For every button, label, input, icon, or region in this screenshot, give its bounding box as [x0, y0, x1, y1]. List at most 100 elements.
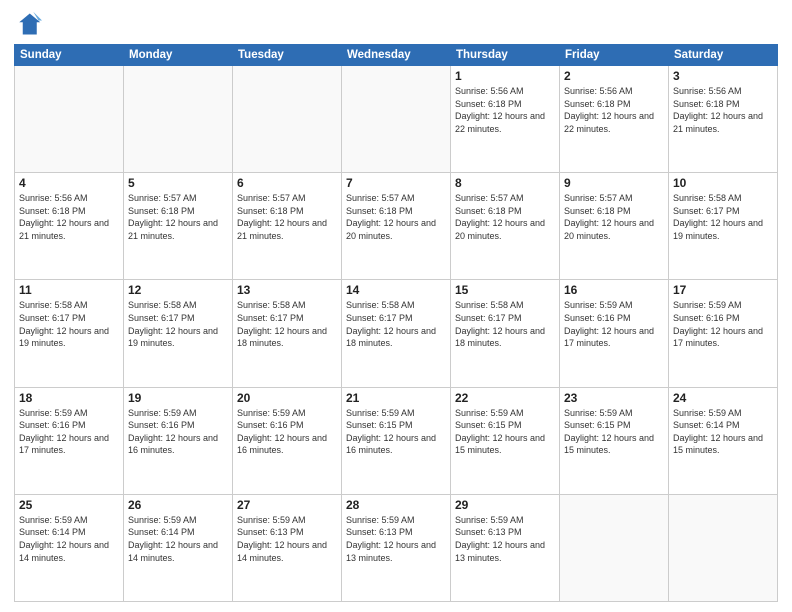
- day-info: Sunrise: 5:57 AM Sunset: 6:18 PM Dayligh…: [455, 192, 555, 242]
- calendar-cell: 26Sunrise: 5:59 AM Sunset: 6:14 PM Dayli…: [124, 494, 233, 601]
- week-row-5: 25 Sunrise: 5:59 AM Sunset: 6:14 PM Dayli…: [15, 494, 778, 601]
- day-info: Sunrise: 5:59 AM Sunset: 6:16 PM Dayligh…: [19, 407, 119, 457]
- day-info: Sunrise: 5:59 AM Sunset: 6:13 PM Dayligh…: [237, 514, 337, 564]
- calendar-cell: [15, 66, 124, 173]
- week-row-1: 1 Sunrise: 5:56 AM Sunset: 6:18 PM Daylig…: [15, 66, 778, 173]
- calendar-cell: 16 Sunrise: 5:59 AM Sunset: 6:16 PM Dayli…: [560, 280, 669, 387]
- day-number: 4: [19, 176, 119, 190]
- col-header-monday: Monday: [124, 45, 233, 66]
- calendar-cell: 2Sunrise: 5:56 AM Sunset: 6:18 PM Daylig…: [560, 66, 669, 173]
- day-info: Sunrise: 5:58 AM Sunset: 6:17 PM Dayligh…: [19, 299, 119, 349]
- col-header-saturday: Saturday: [669, 45, 778, 66]
- calendar-cell: 8 Sunrise: 5:57 AM Sunset: 6:18 PM Daylig…: [451, 173, 560, 280]
- day-number: 12: [128, 283, 228, 297]
- day-info: Sunrise: 5:59 AM Sunset: 6:16 PM Dayligh…: [673, 299, 773, 349]
- day-number: 24: [673, 391, 773, 405]
- calendar-cell: 4 Sunrise: 5:56 AM Sunset: 6:18 PM Daylig…: [15, 173, 124, 280]
- day-number: 25: [19, 498, 119, 512]
- day-info: Sunrise: 5:58 AM Sunset: 6:17 PM Dayligh…: [455, 299, 555, 349]
- calendar-cell: 5Sunrise: 5:57 AM Sunset: 6:18 PM Daylig…: [124, 173, 233, 280]
- calendar-cell: 13 Sunrise: 5:58 AM Sunset: 6:17 PM Dayli…: [233, 280, 342, 387]
- calendar-cell: [560, 494, 669, 601]
- day-info: Sunrise: 5:59 AM Sunset: 6:13 PM Dayligh…: [455, 514, 555, 564]
- day-number: 14: [346, 283, 446, 297]
- calendar-cell: 17 Sunrise: 5:59 AM Sunset: 6:16 PM Dayli…: [669, 280, 778, 387]
- day-number: 29: [455, 498, 555, 512]
- calendar-cell: 19 Sunrise: 5:59 AM Sunset: 6:16 PM Dayli…: [124, 387, 233, 494]
- calendar-table: SundayMondayTuesdayWednesdayThursdayFrid…: [14, 44, 778, 602]
- logo: [14, 10, 46, 38]
- calendar-cell: 23 Sunrise: 5:59 AM Sunset: 6:15 PM Dayli…: [560, 387, 669, 494]
- col-header-wednesday: Wednesday: [342, 45, 451, 66]
- calendar-cell: [669, 494, 778, 601]
- day-number: 28: [346, 498, 446, 512]
- day-info: Sunrise: 5:58 AM Sunset: 6:17 PM Dayligh…: [128, 299, 228, 349]
- day-info: Sunrise: 5:58 AM Sunset: 6:17 PM Dayligh…: [237, 299, 337, 349]
- day-number: 1: [455, 69, 555, 83]
- calendar-cell: 7 Sunrise: 5:57 AM Sunset: 6:18 PM Daylig…: [342, 173, 451, 280]
- day-number: 10: [673, 176, 773, 190]
- calendar-cell: [342, 66, 451, 173]
- col-header-friday: Friday: [560, 45, 669, 66]
- day-info: Sunrise: 5:56 AM Sunset: 6:18 PM Dayligh…: [673, 85, 773, 135]
- day-info: Sunrise: 5:57 AM Sunset: 6:18 PM Dayligh…: [346, 192, 446, 242]
- week-row-2: 4 Sunrise: 5:56 AM Sunset: 6:18 PM Daylig…: [15, 173, 778, 280]
- col-header-thursday: Thursday: [451, 45, 560, 66]
- calendar-cell: 1 Sunrise: 5:56 AM Sunset: 6:18 PM Daylig…: [451, 66, 560, 173]
- calendar-header-row: SundayMondayTuesdayWednesdayThursdayFrid…: [15, 45, 778, 66]
- calendar-cell: 27 Sunrise: 5:59 AM Sunset: 6:13 PM Dayli…: [233, 494, 342, 601]
- calendar-cell: 3Sunrise: 5:56 AM Sunset: 6:18 PM Daylig…: [669, 66, 778, 173]
- col-header-sunday: Sunday: [15, 45, 124, 66]
- calendar-cell: 9 Sunrise: 5:57 AM Sunset: 6:18 PM Daylig…: [560, 173, 669, 280]
- calendar-cell: 6 Sunrise: 5:57 AM Sunset: 6:18 PM Daylig…: [233, 173, 342, 280]
- day-number: 6: [237, 176, 337, 190]
- day-number: 13: [237, 283, 337, 297]
- day-number: 17: [673, 283, 773, 297]
- day-info: Sunrise: 5:59 AM Sunset: 6:16 PM Dayligh…: [237, 407, 337, 457]
- day-number: 23: [564, 391, 664, 405]
- calendar-cell: 28Sunrise: 5:59 AM Sunset: 6:13 PM Dayli…: [342, 494, 451, 601]
- day-number: 15: [455, 283, 555, 297]
- day-number: 21: [346, 391, 446, 405]
- day-number: 11: [19, 283, 119, 297]
- calendar-cell: 22 Sunrise: 5:59 AM Sunset: 6:15 PM Dayli…: [451, 387, 560, 494]
- day-info: Sunrise: 5:59 AM Sunset: 6:15 PM Dayligh…: [455, 407, 555, 457]
- day-number: 26: [128, 498, 228, 512]
- day-number: 7: [346, 176, 446, 190]
- calendar-cell: 11 Sunrise: 5:58 AM Sunset: 6:17 PM Dayli…: [15, 280, 124, 387]
- calendar-cell: 25 Sunrise: 5:59 AM Sunset: 6:14 PM Dayli…: [15, 494, 124, 601]
- calendar-cell: 21Sunrise: 5:59 AM Sunset: 6:15 PM Dayli…: [342, 387, 451, 494]
- day-info: Sunrise: 5:59 AM Sunset: 6:16 PM Dayligh…: [128, 407, 228, 457]
- day-info: Sunrise: 5:59 AM Sunset: 6:14 PM Dayligh…: [19, 514, 119, 564]
- day-number: 9: [564, 176, 664, 190]
- day-number: 20: [237, 391, 337, 405]
- day-number: 19: [128, 391, 228, 405]
- calendar-cell: 15 Sunrise: 5:58 AM Sunset: 6:17 PM Dayli…: [451, 280, 560, 387]
- day-number: 27: [237, 498, 337, 512]
- day-info: Sunrise: 5:57 AM Sunset: 6:18 PM Dayligh…: [237, 192, 337, 242]
- calendar-cell: 20 Sunrise: 5:59 AM Sunset: 6:16 PM Dayli…: [233, 387, 342, 494]
- day-info: Sunrise: 5:58 AM Sunset: 6:17 PM Dayligh…: [673, 192, 773, 242]
- day-number: 18: [19, 391, 119, 405]
- calendar-cell: 24 Sunrise: 5:59 AM Sunset: 6:14 PM Dayli…: [669, 387, 778, 494]
- day-info: Sunrise: 5:58 AM Sunset: 6:17 PM Dayligh…: [346, 299, 446, 349]
- page: SundayMondayTuesdayWednesdayThursdayFrid…: [0, 0, 792, 612]
- week-row-3: 11 Sunrise: 5:58 AM Sunset: 6:17 PM Dayli…: [15, 280, 778, 387]
- day-info: Sunrise: 5:56 AM Sunset: 6:18 PM Dayligh…: [455, 85, 555, 135]
- day-info: Sunrise: 5:57 AM Sunset: 6:18 PM Dayligh…: [564, 192, 664, 242]
- week-row-4: 18 Sunrise: 5:59 AM Sunset: 6:16 PM Dayli…: [15, 387, 778, 494]
- day-number: 22: [455, 391, 555, 405]
- calendar-cell: 14 Sunrise: 5:58 AM Sunset: 6:17 PM Dayli…: [342, 280, 451, 387]
- col-header-tuesday: Tuesday: [233, 45, 342, 66]
- day-number: 2: [564, 69, 664, 83]
- calendar-cell: [124, 66, 233, 173]
- day-info: Sunrise: 5:56 AM Sunset: 6:18 PM Dayligh…: [19, 192, 119, 242]
- calendar-cell: [233, 66, 342, 173]
- day-info: Sunrise: 5:59 AM Sunset: 6:15 PM Dayligh…: [564, 407, 664, 457]
- day-info: Sunrise: 5:57 AM Sunset: 6:18 PM Dayligh…: [128, 192, 228, 242]
- day-number: 16: [564, 283, 664, 297]
- calendar-cell: 10 Sunrise: 5:58 AM Sunset: 6:17 PM Dayli…: [669, 173, 778, 280]
- day-info: Sunrise: 5:59 AM Sunset: 6:14 PM Dayligh…: [673, 407, 773, 457]
- day-number: 8: [455, 176, 555, 190]
- day-info: Sunrise: 5:59 AM Sunset: 6:16 PM Dayligh…: [564, 299, 664, 349]
